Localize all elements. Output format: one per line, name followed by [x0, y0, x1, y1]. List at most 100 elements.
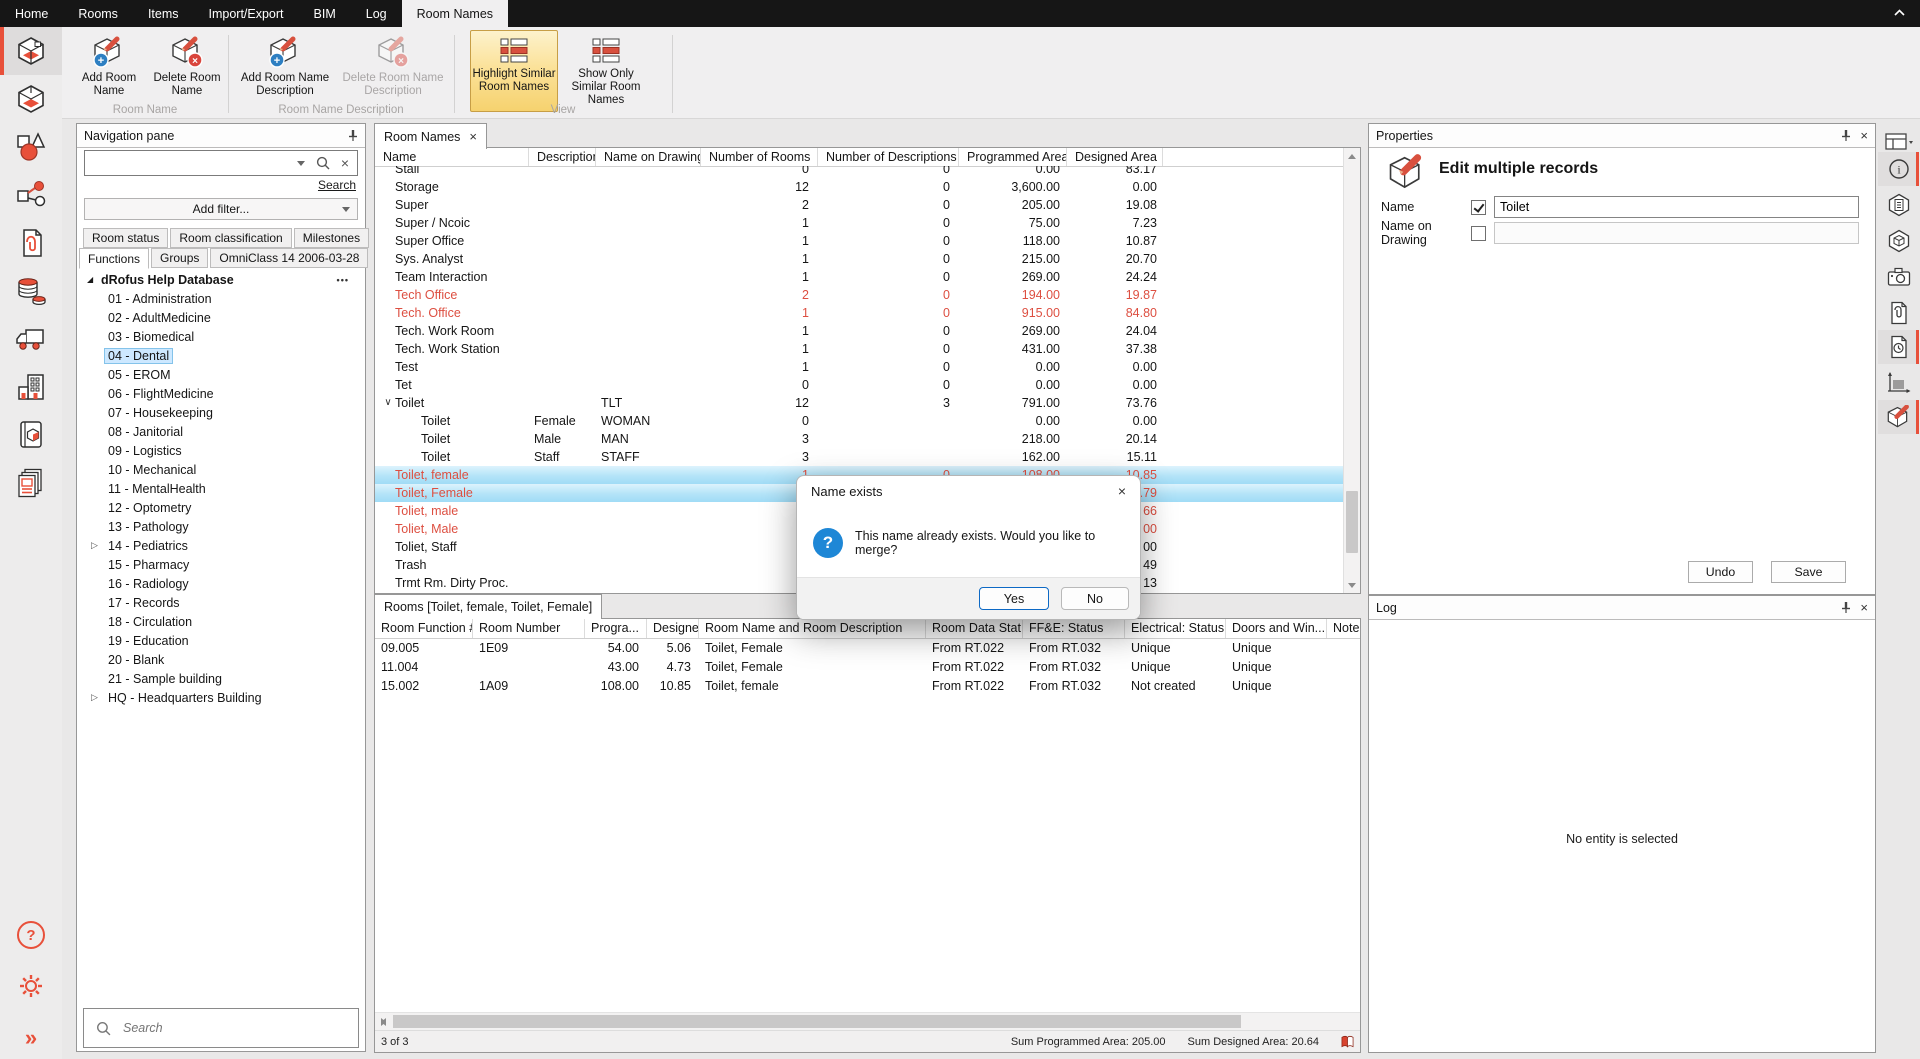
rail-catalog-icon[interactable]	[0, 411, 62, 459]
table-row[interactable]: Team Interaction 1 0 269.00 24.24	[375, 268, 1343, 286]
bottom-search-input[interactable]	[121, 1020, 346, 1036]
scrollbar-thumb[interactable]	[1346, 491, 1358, 553]
column-header-room-number[interactable]: Room Number	[473, 619, 585, 638]
tree-collapse-icon[interactable]: ◢	[87, 275, 101, 284]
table-row[interactable]: 15.002 1A09 108.00 10.85 Toilet, female …	[375, 677, 1360, 696]
tree-item[interactable]: 19 - Education	[79, 631, 363, 650]
yes-button[interactable]: Yes	[979, 587, 1049, 610]
column-header-room-function[interactable]: Room Function #	[375, 619, 473, 638]
settings-button[interactable]	[0, 973, 62, 999]
search-icon[interactable]	[316, 156, 330, 170]
scroll-down-arrow[interactable]	[1344, 577, 1360, 593]
table-row[interactable]: Toilet Female WOMAN 0 0.00 0.00	[375, 412, 1343, 430]
rail-rooms-icon[interactable]	[0, 27, 62, 75]
no-button[interactable]: No	[1061, 587, 1129, 610]
save-button[interactable]: Save	[1771, 561, 1846, 583]
dialog-close-icon[interactable]: ×	[1118, 483, 1126, 499]
rail-documents-icon[interactable]	[0, 219, 62, 267]
delete-room-name-button[interactable]: × Delete Room Name	[148, 30, 226, 112]
add-room-name-button[interactable]: + Add Room Name	[70, 30, 148, 112]
area-tab-button[interactable]	[1878, 366, 1919, 400]
tree-root-database[interactable]: ◢ dRofus Help Database •••	[79, 270, 363, 289]
undo-button[interactable]: Undo	[1688, 561, 1753, 583]
nav-tab[interactable]: Room status	[83, 228, 168, 248]
pin-icon[interactable]	[348, 129, 358, 142]
help-button[interactable]: ?	[0, 921, 62, 949]
clear-search-icon[interactable]: ×	[341, 155, 349, 171]
menu-home[interactable]: Home	[0, 0, 63, 27]
column-header-number-of-descriptions[interactable]: Number of Descriptions	[818, 148, 959, 166]
name-checkbox[interactable]	[1471, 200, 1486, 215]
tree-item[interactable]: 17 - Records	[79, 593, 363, 612]
menu-import-export[interactable]: Import/Export	[194, 0, 299, 27]
tree-item[interactable]: ▷ 14 - Pediatrics	[79, 536, 363, 555]
info-tab-button[interactable]: i	[1878, 152, 1919, 186]
table-row[interactable]: 09.005 1E09 54.00 5.06 Toilet, Female Fr…	[375, 639, 1360, 658]
tree-item[interactable]: 01 - Administration	[79, 289, 363, 308]
column-header-room-data-status[interactable]: Room Data Stat...	[926, 619, 1023, 638]
delete-room-name-description-button[interactable]: × Delete Room Name Description	[341, 30, 445, 112]
dialog-titlebar[interactable]: Name exists ×	[797, 476, 1140, 506]
spec-document-tab-button[interactable]	[1878, 188, 1919, 222]
column-header-room-name-description[interactable]: Room Name and Room Description	[699, 619, 926, 638]
scroll-right-arrow[interactable]	[375, 1013, 391, 1030]
tree-item[interactable]: 12 - Optometry	[79, 498, 363, 517]
menu-items[interactable]: Items	[133, 0, 194, 27]
table-row[interactable]: Toilet Male MAN 3 218.00 20.14	[375, 430, 1343, 448]
table-row[interactable]: Stall 0 0 0.00 83.17	[375, 166, 1343, 178]
column-header-description[interactable]: Description	[529, 148, 596, 166]
nav-tab[interactable]: Milestones	[294, 228, 369, 248]
table-row[interactable]: Tet 0 0 0.00 0.00	[375, 376, 1343, 394]
table-row[interactable]: Sys. Analyst 1 0 215.00 20.70	[375, 250, 1343, 268]
pin-icon[interactable]	[1841, 601, 1851, 614]
tree-item[interactable]: 15 - Pharmacy	[79, 555, 363, 574]
close-panel-icon[interactable]: ×	[1860, 601, 1868, 614]
tree-item[interactable]: 08 - Janitorial	[79, 422, 363, 441]
table-row[interactable]: 11.004 43.00 4.73 Toilet, Female From RT…	[375, 658, 1360, 677]
name-field[interactable]	[1494, 196, 1859, 218]
history-tab-button[interactable]	[1878, 330, 1919, 364]
close-tab-icon[interactable]: ×	[469, 130, 477, 143]
table-row[interactable]: Tech. Work Room 1 0 269.00 24.04	[375, 322, 1343, 340]
show-only-similar-room-names-button[interactable]: Show Only Similar Room Names	[560, 30, 652, 112]
rail-finance-icon[interactable]	[0, 267, 62, 315]
table-row[interactable]: Super 2 0 205.00 19.08	[375, 196, 1343, 214]
tree-item[interactable]: 09 - Logistics	[79, 441, 363, 460]
column-header-programmed-area[interactable]: Programmed Area	[959, 148, 1067, 166]
column-header-name-on-drawing[interactable]: Name on Drawing	[596, 148, 701, 166]
nav-tab[interactable]: Functions	[79, 248, 149, 269]
column-header-programmed[interactable]: Progra...	[585, 619, 647, 638]
column-header-doors-windows[interactable]: Doors and Win...	[1226, 619, 1327, 638]
scrollbar-thumb[interactable]	[393, 1015, 1241, 1028]
tree-more-icon[interactable]: •••	[337, 275, 349, 285]
column-header-ffe-status[interactable]: FF&E: Status	[1023, 619, 1125, 638]
add-filter-button[interactable]: Add filter...	[84, 198, 358, 220]
vertical-scrollbar[interactable]	[1343, 148, 1360, 593]
rail-room-list-icon[interactable]	[0, 75, 62, 123]
column-header-name[interactable]: Name	[375, 148, 529, 166]
nav-tab[interactable]: Room classification	[170, 228, 291, 248]
horizontal-scrollbar[interactable]	[375, 1012, 1360, 1030]
close-panel-icon[interactable]: ×	[1860, 129, 1868, 142]
nav-tab[interactable]: Groups	[151, 248, 208, 268]
menu-log[interactable]: Log	[351, 0, 402, 27]
table-row[interactable]: Tech Office 2 0 194.00 19.87	[375, 286, 1343, 304]
name-on-drawing-checkbox[interactable]	[1471, 226, 1486, 241]
rail-item-connections-icon[interactable]	[0, 171, 62, 219]
collapse-ribbon-icon[interactable]	[1893, 8, 1906, 17]
menu-rooms[interactable]: Rooms	[63, 0, 133, 27]
table-row[interactable]: Tech. Office 1 0 915.00 84.80	[375, 304, 1343, 322]
menu-tab-room-names[interactable]: Room Names	[402, 0, 508, 27]
tree-item[interactable]: 16 - Radiology	[79, 574, 363, 593]
table-row[interactable]: ∨Toilet TLT 12 3 791.00 73.76	[375, 394, 1343, 412]
tree-item[interactable]: 21 - Sample building	[79, 669, 363, 688]
column-header-electrical-status[interactable]: Electrical: Status	[1125, 619, 1226, 638]
column-header-number-of-rooms[interactable]: Number of Rooms	[701, 148, 818, 166]
name-on-drawing-field[interactable]	[1494, 222, 1859, 244]
tree-item[interactable]: ▷ HQ - Headquarters Building	[79, 688, 363, 707]
add-room-name-description-button[interactable]: + Add Room Name Description	[233, 30, 337, 112]
tree-item[interactable]: 18 - Circulation	[79, 612, 363, 631]
rail-reports-icon[interactable]	[0, 459, 62, 507]
room-names-tab[interactable]: Room Names ×	[374, 123, 487, 149]
column-header-note[interactable]: Note	[1327, 619, 1360, 638]
